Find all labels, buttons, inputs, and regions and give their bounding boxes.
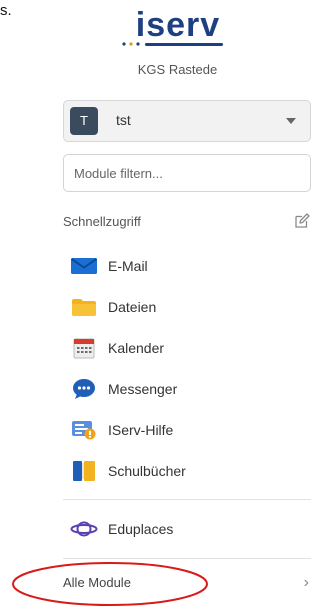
quick-access-help[interactable]: IServ-Hilfe — [70, 415, 300, 445]
nav-label: Messenger — [108, 381, 178, 397]
edit-icon[interactable] — [293, 212, 311, 230]
edge-text-fragment: s. — [0, 2, 12, 19]
chat-icon — [70, 378, 98, 400]
quick-access-header: Schnellzugriff — [63, 212, 311, 232]
avatar: T — [70, 107, 98, 135]
red-annotation-ellipse — [12, 562, 208, 606]
chevron-right-icon: › — [303, 574, 309, 591]
nav-label: Schulbücher — [108, 463, 186, 479]
nav-label: Eduplaces — [108, 521, 174, 537]
account-name: tst — [116, 112, 131, 128]
eduplaces-link[interactable]: Eduplaces — [70, 514, 300, 544]
account-switcher[interactable]: T tst — [63, 100, 311, 142]
help-icon — [70, 419, 98, 441]
quick-access-messenger[interactable]: Messenger — [70, 374, 300, 404]
logo-text: iserv — [135, 6, 221, 44]
quick-access-title: Schnellzugriff — [63, 214, 141, 229]
caret-down-icon — [286, 118, 296, 124]
nav-label: Kalender — [108, 340, 165, 356]
nav-label: Dateien — [108, 299, 157, 315]
divider — [63, 558, 311, 559]
module-filter-input[interactable] — [63, 154, 311, 192]
planet-icon — [70, 518, 98, 540]
nav-label: IServ-Hilfe — [108, 422, 174, 438]
quick-access-files[interactable]: Dateien — [70, 292, 300, 322]
divider — [63, 499, 311, 500]
sidebar-panel: s. iserv KGS Rastede T tst Schnellzugrif… — [0, 0, 312, 610]
mail-icon — [70, 255, 98, 277]
school-name: KGS Rastede — [137, 62, 218, 77]
iserv-logo[interactable]: iserv — [113, 8, 243, 70]
books-icon — [70, 460, 98, 482]
nav-label: E-Mail — [108, 258, 148, 274]
quick-access-schoolbooks[interactable]: Schulbücher — [70, 456, 300, 486]
calendar-icon — [70, 337, 98, 359]
folder-icon — [70, 296, 98, 318]
quick-access-email[interactable]: E-Mail — [70, 251, 300, 281]
quick-access-calendar[interactable]: Kalender — [70, 333, 300, 363]
logo-underline — [145, 43, 223, 46]
